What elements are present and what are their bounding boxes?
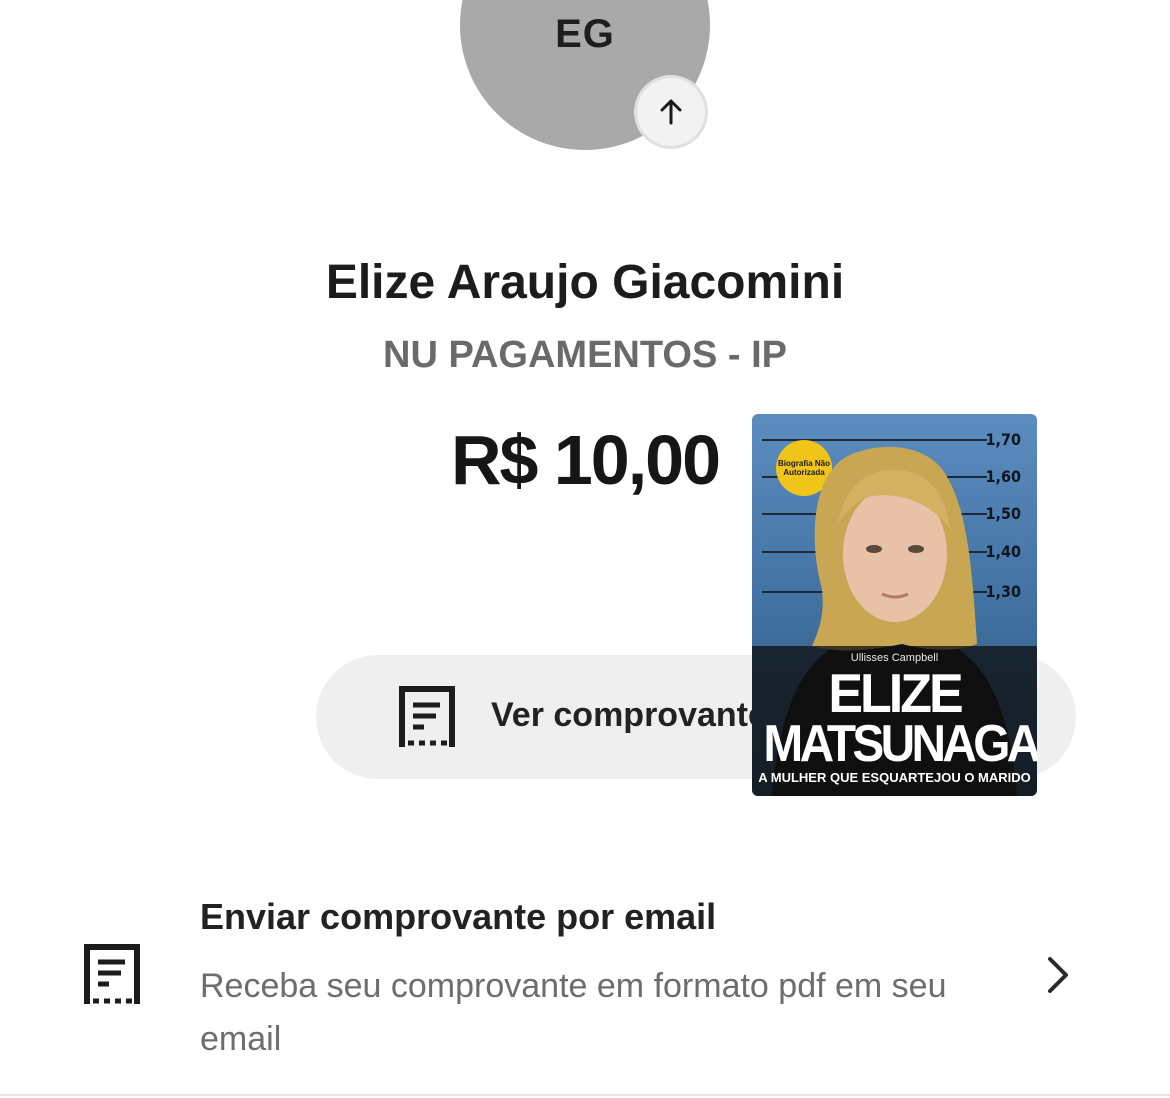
receipt-icon	[398, 685, 458, 754]
book-subtitle: A MULHER QUE ESQUARTEJOU O MARIDO	[758, 770, 1031, 785]
recipient-institution: NU PAGAMENTOS - IP	[383, 334, 787, 376]
arrow-up-icon	[637, 78, 705, 146]
divider	[0, 1094, 1170, 1096]
recipient-name: Elize Araujo Giacomini	[325, 256, 845, 309]
email-receipt-row[interactable]: Enviar comprovante por email Receba seu …	[0, 880, 1170, 1070]
book-cover-overlay: 1,70 1,60 1,50 1,40 1,30 Biografia Não A…	[752, 414, 1037, 796]
email-receipt-description: Receba seu comprovante em formato pdf em…	[200, 967, 947, 1058]
receipt-icon	[84, 944, 142, 1011]
chevron-right-icon	[1040, 955, 1074, 1000]
email-receipt-title: Enviar comprovante por email	[200, 896, 717, 937]
view-receipt-label: Ver comprovante	[491, 696, 767, 734]
avatar-initials: EG	[555, 12, 615, 56]
book-title-line2: MATSUNAGA	[763, 715, 1037, 773]
